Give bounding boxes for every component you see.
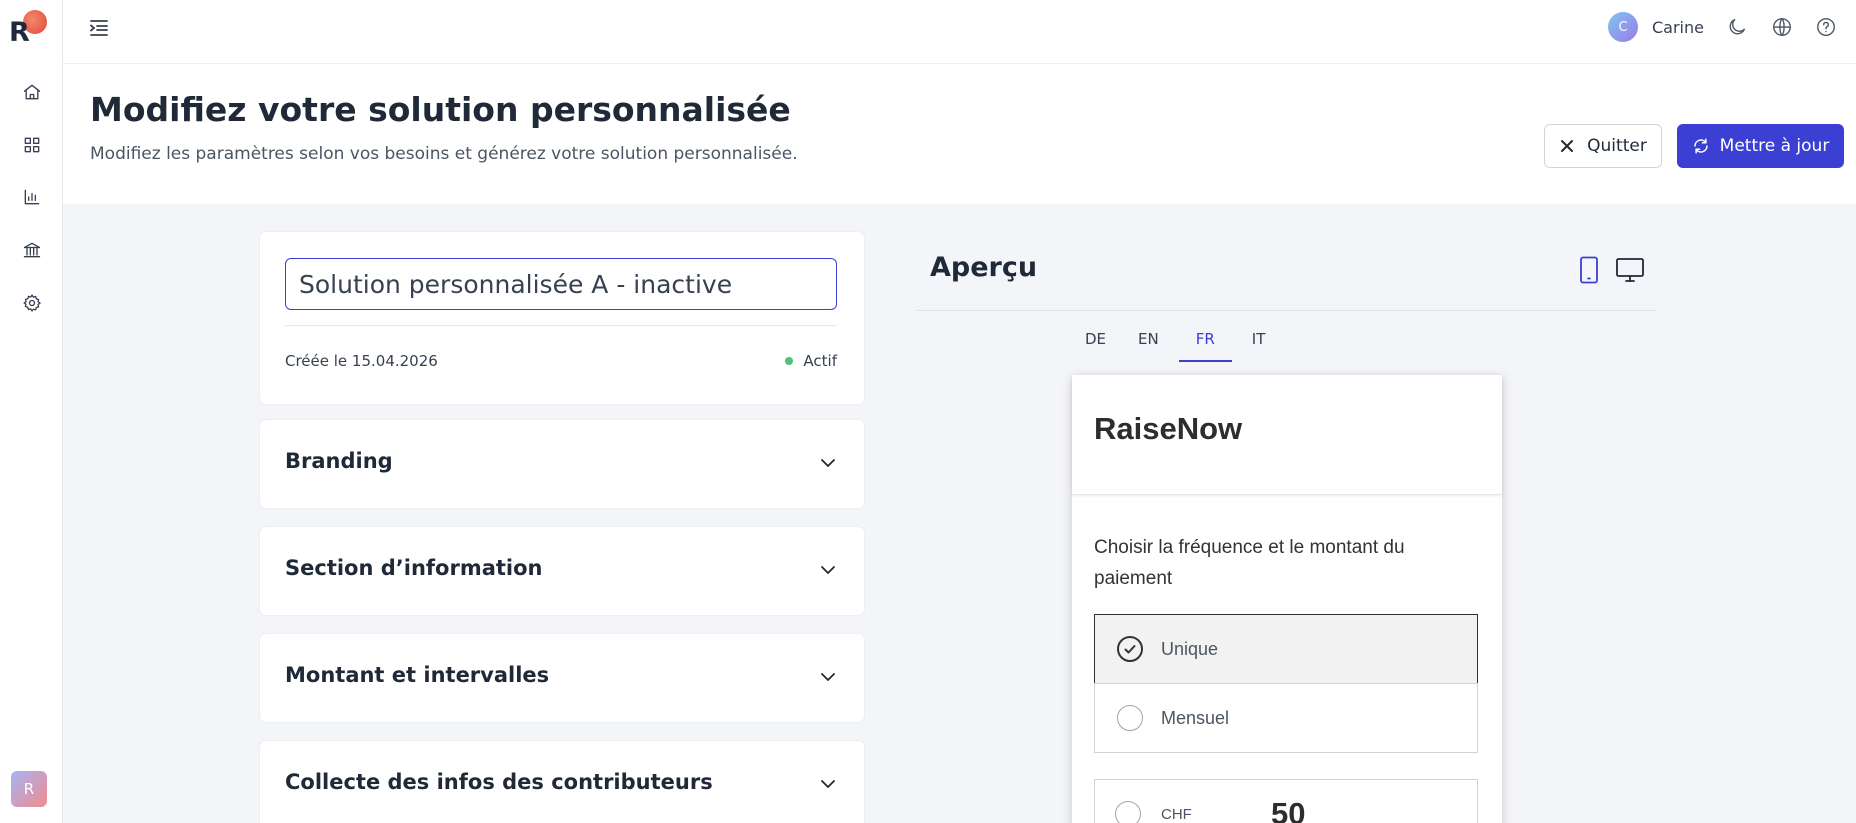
page-subtitle: Modifiez les paramètres selon vos besoin…: [90, 144, 798, 164]
account-avatar[interactable]: R: [11, 771, 47, 807]
user-name: Carine: [1652, 17, 1704, 37]
tab-lang-de[interactable]: DE: [1073, 322, 1118, 362]
section-title: Section d’information: [285, 556, 543, 580]
gear-icon[interactable]: [19, 290, 45, 316]
created-date: Créée le 15.04.2026: [285, 352, 438, 370]
section-branding[interactable]: Branding: [260, 420, 864, 508]
chevron-down-icon: [819, 561, 837, 579]
preview-title: Aperçu: [930, 252, 1038, 283]
page-header: Modifiez votre solution personnalisée Mo…: [63, 64, 1856, 204]
grid-icon[interactable]: [19, 132, 45, 158]
app-logo[interactable]: R: [9, 10, 49, 48]
topbar: C Carine: [63, 0, 1856, 64]
sidebar: R R: [0, 0, 63, 823]
tab-lang-it[interactable]: IT: [1240, 322, 1278, 362]
amount-value: 50: [1271, 796, 1306, 823]
logo-letter: R: [9, 17, 30, 48]
globe-icon[interactable]: [1771, 16, 1793, 38]
mobile-icon[interactable]: [1578, 256, 1600, 284]
frequency-option-monthly[interactable]: Mensuel: [1094, 683, 1478, 753]
solution-name-card: Créée le 15.04.2026 Actif: [260, 232, 864, 404]
status-dot: [785, 357, 794, 365]
solution-name-input[interactable]: [285, 258, 837, 310]
quit-button[interactable]: Quitter: [1544, 124, 1662, 168]
section-title: Montant et intervalles: [285, 663, 550, 687]
help-icon[interactable]: [1815, 16, 1837, 38]
tab-lang-fr[interactable]: FR: [1178, 322, 1232, 362]
status-label: Actif: [803, 352, 837, 370]
bar-chart-icon[interactable]: [19, 184, 45, 210]
tab-lang-en[interactable]: EN: [1126, 322, 1171, 362]
chevron-down-icon: [819, 668, 837, 686]
preview-form-header: RaiseNow: [1072, 375, 1502, 495]
status-badge: Actif: [785, 352, 837, 370]
radio-empty-icon: [1115, 801, 1141, 823]
amount-currency: CHF: [1161, 805, 1192, 823]
section-title: Branding: [285, 449, 393, 473]
menu-toggle-icon[interactable]: [87, 16, 111, 40]
home-icon[interactable]: [19, 79, 45, 105]
divider: [285, 325, 837, 326]
page-title: Modifiez votre solution personnalisée: [90, 90, 791, 129]
language-tabs: DE EN FR IT: [1073, 322, 1285, 362]
bank-icon[interactable]: [19, 237, 45, 263]
close-icon: [1561, 140, 1574, 152]
section-information[interactable]: Section d’information: [260, 527, 864, 615]
chevron-down-icon: [819, 775, 837, 793]
option-label: Mensuel: [1161, 707, 1230, 728]
main-content: Créée le 15.04.2026 Actif Branding Secti…: [63, 204, 1856, 823]
radio-checked-icon: [1117, 636, 1143, 662]
update-button[interactable]: Mettre à jour: [1677, 124, 1844, 168]
moon-icon[interactable]: [1726, 16, 1748, 38]
section-contributor-info[interactable]: Collecte des infos des contributeurs: [260, 741, 864, 823]
user-menu[interactable]: C Carine: [1608, 12, 1704, 42]
user-avatar: C: [1608, 12, 1638, 42]
preview-divider: [916, 310, 1656, 311]
amount-option[interactable]: CHF 50: [1094, 779, 1478, 823]
chevron-down-icon: [819, 454, 837, 472]
option-label: Unique: [1161, 638, 1219, 659]
preview-phone-frame: RaiseNow Choisir la fréquence et le mont…: [1072, 375, 1502, 823]
radio-empty-icon: [1117, 705, 1143, 731]
section-amount-intervals[interactable]: Montant et intervalles: [260, 634, 864, 722]
section-title: Collecte des infos des contributeurs: [285, 770, 713, 794]
frequency-option-unique[interactable]: Unique: [1094, 614, 1478, 684]
preview-brand: RaiseNow: [1094, 411, 1243, 446]
update-button-label: Mettre à jour: [1719, 136, 1830, 156]
preview-question: Choisir la fréquence et le montant du pa…: [1094, 537, 1405, 589]
refresh-icon: [1693, 138, 1708, 154]
quit-button-label: Quitter: [1587, 136, 1647, 156]
desktop-icon[interactable]: [1615, 256, 1645, 284]
